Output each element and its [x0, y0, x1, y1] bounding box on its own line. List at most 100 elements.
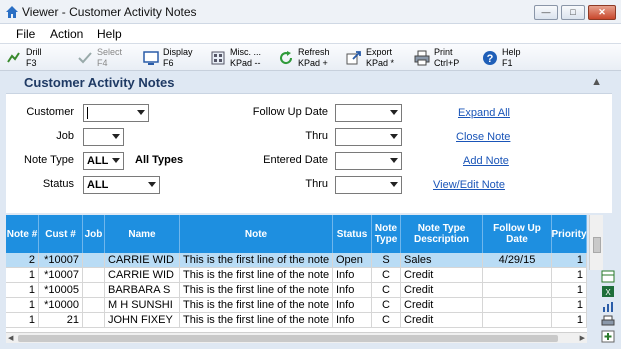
close-button[interactable]: ✕ — [588, 5, 616, 20]
chart-icon[interactable] — [601, 300, 615, 313]
customer-combo[interactable] — [83, 104, 149, 122]
table-row[interactable]: 1 *10007 CARRIE WID This is the first line … — [6, 268, 587, 283]
display-key: F6 — [163, 58, 174, 68]
note-type-description: All Types — [135, 154, 184, 166]
cell-note-type: C — [372, 283, 401, 298]
section-title: Customer Activity Notes — [24, 75, 175, 90]
column-header-status[interactable]: Status — [333, 215, 372, 253]
menu-help[interactable]: Help — [97, 27, 122, 41]
cell-job — [83, 298, 105, 313]
column-header-priority[interactable]: Priority — [552, 215, 587, 253]
drill-label: Drill — [26, 47, 42, 57]
column-header-follow-up-date[interactable]: Follow Up Date — [483, 215, 552, 253]
column-header-cust-number[interactable]: Cust # — [39, 215, 83, 253]
column-header-note-type-description[interactable]: Note Type Description — [401, 215, 483, 253]
cell-note-type: C — [372, 268, 401, 283]
follow-up-date-label: Follow Up Date — [252, 106, 328, 118]
menu-action[interactable]: Action — [50, 27, 83, 41]
cell-priority: 1 — [552, 298, 587, 313]
table-row[interactable]: 1 21 JOHN FIXEY This is the first line of t… — [6, 313, 587, 328]
follow-up-date-combo[interactable] — [335, 104, 402, 122]
vertical-scrollbar[interactable] — [589, 215, 603, 270]
column-header-job[interactable]: Job — [83, 215, 105, 253]
add-row-icon[interactable] — [601, 330, 615, 343]
table-row[interactable]: 1 *10005 BARBARA S This is the first line o… — [6, 283, 587, 298]
grid-header: Note # Cust # Job Name Note Status Note Type No… — [6, 215, 587, 253]
cell-note: This is the first line of the note — [180, 253, 333, 268]
cell-follow-up-date — [483, 298, 552, 313]
chevron-down-icon — [390, 110, 398, 115]
entered-date-combo[interactable] — [335, 152, 402, 170]
excel-icon[interactable]: X — [601, 285, 615, 298]
scroll-thumb[interactable] — [18, 335, 558, 342]
title-bar: Viewer - Customer Activity Notes — □ ✕ — [0, 0, 621, 24]
chevron-down-icon — [390, 134, 398, 139]
chevron-down-icon — [390, 182, 398, 187]
cell-status: Info — [333, 313, 372, 328]
section-header: Customer Activity Notes ▲ — [6, 72, 612, 93]
job-label: Job — [56, 130, 74, 142]
cell-status: Open — [333, 253, 372, 268]
help-label: Help — [502, 47, 521, 57]
export-label: Export — [366, 47, 393, 57]
horizontal-scrollbar[interactable]: ◀ ▶ — [6, 332, 587, 343]
printer-icon[interactable] — [601, 315, 615, 328]
cell-note: This is the first line of the note — [180, 283, 333, 298]
chevron-down-icon — [137, 110, 145, 115]
display-icon — [143, 51, 159, 65]
maximize-button[interactable]: □ — [561, 5, 585, 20]
scroll-thumb-vertical[interactable] — [593, 237, 601, 253]
minimize-button[interactable]: — — [534, 5, 558, 20]
view-edit-note-link[interactable]: View/Edit Note — [433, 179, 505, 191]
thru-follow-up-combo[interactable] — [335, 128, 402, 146]
cell-cust-number: *10000 — [39, 298, 83, 313]
drill-key: F3 — [26, 58, 37, 68]
column-header-note-number[interactable]: Note # — [6, 215, 39, 253]
expand-all-link[interactable]: Expand All — [458, 107, 510, 119]
cell-note: This is the first line of the note — [180, 298, 333, 313]
table-row[interactable]: 2 *10007 CARRIE WID This is the first line … — [6, 253, 587, 268]
window-title: Viewer - Customer Activity Notes — [22, 5, 197, 19]
cell-note-number: 1 — [6, 313, 39, 328]
status-combo[interactable]: ALL — [83, 176, 160, 194]
customer-label: Customer — [26, 106, 74, 118]
cell-note-type-description: Credit — [401, 298, 483, 313]
column-header-note[interactable]: Note — [180, 215, 333, 253]
filter-form: Customer Job Note Type ALL All Types Sta… — [6, 93, 612, 213]
menu-file[interactable]: File — [16, 27, 35, 41]
cell-note-type-description: Credit — [401, 268, 483, 283]
table-row[interactable]: 1 *10000 M H SUNSHI This is the first line … — [6, 298, 587, 313]
cell-follow-up-date — [483, 268, 552, 283]
column-header-name[interactable]: Name — [105, 215, 180, 253]
cell-note-number: 1 — [6, 268, 39, 283]
chevron-down-icon — [112, 158, 120, 163]
cell-job — [83, 313, 105, 328]
collapse-icon[interactable]: ▲ — [591, 76, 602, 88]
cell-job — [83, 268, 105, 283]
cell-status: Info — [333, 268, 372, 283]
cell-status: Info — [333, 298, 372, 313]
scroll-right-icon[interactable]: ▶ — [580, 334, 585, 342]
status-label: Status — [42, 178, 74, 190]
close-note-link[interactable]: Close Note — [456, 131, 510, 143]
grid-icon[interactable] — [601, 270, 615, 283]
cell-note-type: C — [372, 313, 401, 328]
note-type-combo[interactable]: ALL — [83, 152, 124, 170]
cell-name: JOHN FIXEY — [105, 313, 180, 328]
cell-note-type: S — [372, 253, 401, 268]
cell-follow-up-date — [483, 313, 552, 328]
thru-entered-combo[interactable] — [335, 176, 402, 194]
job-combo[interactable] — [83, 128, 124, 146]
cell-name: CARRIE WID — [105, 253, 180, 268]
column-header-note-type[interactable]: Note Type — [372, 215, 401, 253]
cell-priority: 1 — [552, 313, 587, 328]
scroll-left-icon[interactable]: ◀ — [8, 334, 13, 342]
cell-priority: 1 — [552, 268, 587, 283]
cell-note-type-description: Credit — [401, 313, 483, 328]
svg-text:X: X — [605, 288, 611, 297]
refresh-label: Refresh — [298, 47, 330, 57]
thru-entered-label: Thru — [305, 178, 328, 190]
cell-job — [83, 253, 105, 268]
add-note-link[interactable]: Add Note — [463, 155, 509, 167]
printer-icon — [414, 50, 430, 66]
